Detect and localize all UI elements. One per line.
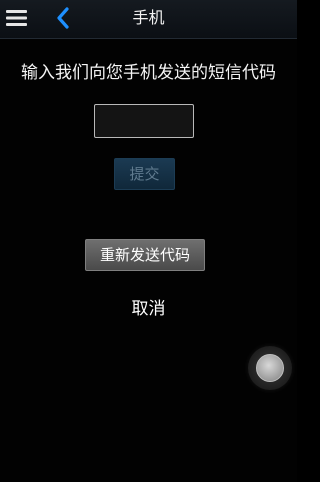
submit-button[interactable]: 提交 bbox=[114, 158, 175, 190]
sms-code-instruction: 输入我们向您手机发送的短信代码 bbox=[21, 63, 276, 83]
page-title: 手机 bbox=[132, 8, 165, 27]
sms-code-input[interactable] bbox=[94, 104, 194, 138]
cancel-link[interactable]: 取消 bbox=[0, 297, 297, 321]
phone-verification-screen: 手机 输入我们向您手机发送的短信代码 提交 重新发送代码 取消 bbox=[0, 0, 297, 482]
assistive-touch-button[interactable] bbox=[248, 346, 292, 390]
resend-code-button[interactable]: 重新发送代码 bbox=[85, 239, 205, 271]
top-app-bar: 手机 bbox=[0, 0, 297, 39]
assistive-touch-icon bbox=[256, 354, 284, 382]
